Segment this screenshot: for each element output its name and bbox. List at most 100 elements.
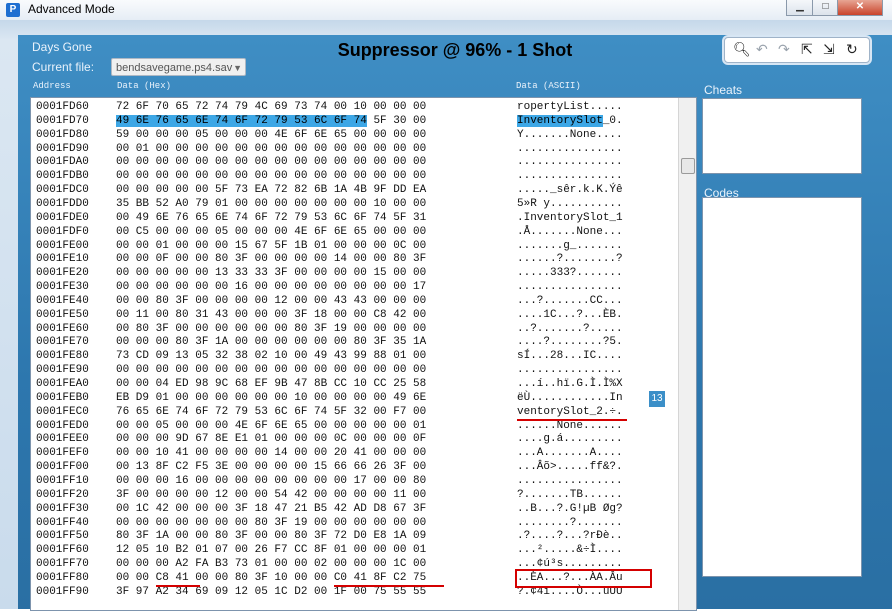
row-ascii[interactable]: ?.......TB...... [517, 489, 623, 502]
hex-row[interactable]: 0001FE40 00 00 80 3F 00 00 00 00 12 00 00… [31, 295, 676, 308]
row-ascii[interactable]: ....1C...?...ÈB. [517, 309, 623, 322]
row-ascii[interactable]: ................ [517, 364, 623, 377]
row-ascii[interactable]: ................ [517, 156, 623, 169]
row-ascii[interactable]: ................ [517, 281, 623, 294]
undo-icon[interactable]: ↶ [756, 41, 768, 57]
hex-row[interactable]: 0001FE00 00 00 01 00 00 00 15 67 5F 1B 01… [31, 240, 676, 253]
row-hex-bytes[interactable]: 35 BB 52 A0 79 01 00 00 00 00 00 00 00 1… [116, 198, 426, 211]
search-icon[interactable]: 🔍︎ [733, 41, 751, 57]
row-hex-bytes[interactable]: 00 00 C8 41 00 00 80 3F 10 00 00 C0 41 8… [116, 572, 426, 585]
row-ascii[interactable]: InventorySlot_0. [517, 114, 623, 128]
row-hex-bytes[interactable]: 80 3F 1A 00 00 80 3F 00 00 80 3F 72 D0 E… [116, 530, 426, 543]
row-hex-bytes[interactable]: 00 11 00 80 31 43 00 00 00 3F 18 00 00 C… [116, 309, 426, 322]
row-hex-bytes[interactable]: 00 49 6E 76 65 6E 74 6F 72 79 53 6C 6F 7… [116, 212, 426, 225]
row-hex-bytes[interactable]: 00 13 8F C2 F5 3E 00 00 00 00 15 66 66 2… [116, 461, 426, 474]
hex-row[interactable]: 0001FF40 00 00 00 00 00 00 00 80 3F 19 00… [31, 517, 676, 530]
row-hex-bytes[interactable]: 00 C5 00 00 00 05 00 00 00 4E 6F 6E 65 0… [116, 226, 426, 239]
row-hex-bytes[interactable]: 00 01 00 00 00 00 00 00 00 00 00 00 00 0… [116, 143, 426, 156]
row-hex-bytes[interactable]: 49 6E 76 65 6E 74 6F 72 79 53 6C 6F 74 5… [116, 114, 426, 128]
row-hex-bytes[interactable]: 00 00 04 ED 98 9C 68 EF 9B 47 8B CC 10 C… [116, 378, 426, 391]
row-hex-bytes[interactable]: 00 00 01 00 00 00 15 67 5F 1B 01 00 00 0… [116, 240, 426, 253]
row-hex-bytes[interactable]: 00 00 00 9D 67 8E E1 01 00 00 00 0C 00 0… [116, 433, 426, 446]
vertical-scrollbar[interactable] [678, 98, 696, 610]
row-hex-bytes[interactable]: 3F 97 A2 34 69 09 12 05 1C D2 00 1F 00 7… [116, 586, 426, 599]
row-hex-bytes[interactable]: 00 00 00 00 00 5F 73 EA 72 82 6B 1A 4B 9… [116, 184, 426, 197]
row-ascii[interactable]: ......?........? [517, 253, 623, 266]
hex-row[interactable]: 0001FDF0 00 C5 00 00 00 05 00 00 00 4E 6F… [31, 226, 676, 239]
codes-list[interactable] [702, 197, 862, 577]
hex-row[interactable]: 0001FE20 00 00 00 00 00 13 33 33 3F 00 00… [31, 267, 676, 280]
scrollbar-thumb[interactable] [681, 158, 695, 174]
hex-row[interactable]: 0001FDA0 00 00 00 00 00 00 00 00 00 00 00… [31, 156, 676, 169]
hex-row[interactable]: 0001FEB0 EB D9 01 00 00 00 00 00 00 10 00… [31, 392, 676, 405]
row-hex-bytes[interactable]: 00 00 0F 00 00 80 3F 00 00 00 00 14 00 0… [116, 253, 426, 266]
hex-row[interactable]: 0001FE70 00 00 00 80 3F 1A 00 00 00 00 00… [31, 336, 676, 349]
hex-row[interactable]: 0001FF60 12 05 10 B2 01 07 00 26 F7 CC 8F… [31, 544, 676, 557]
row-ascii[interactable]: .?....?...?rÐè.. [517, 530, 623, 543]
hex-row[interactable]: 0001FE50 00 11 00 80 31 43 00 00 00 3F 18… [31, 309, 676, 322]
row-ascii[interactable]: ....?........?5. [517, 336, 623, 349]
row-hex-bytes[interactable]: 00 00 00 00 00 00 00 80 3F 19 00 00 00 0… [116, 517, 426, 530]
hex-row[interactable]: 0001FF00 00 13 8F C2 F5 3E 00 00 00 00 15… [31, 461, 676, 474]
hex-row[interactable]: 0001FEF0 00 00 10 41 00 00 00 00 14 00 00… [31, 447, 676, 460]
close-button[interactable]: ✕ [837, 0, 883, 16]
hex-row[interactable]: 0001FE60 00 80 3F 00 00 00 00 00 00 80 3F… [31, 323, 676, 336]
row-hex-bytes[interactable]: 12 05 10 B2 01 07 00 26 F7 CC 8F 01 00 0… [116, 544, 426, 557]
row-ascii[interactable]: .Å.......None... [517, 226, 623, 239]
row-hex-bytes[interactable]: 00 00 00 00 00 00 16 00 00 00 00 00 00 0… [116, 281, 426, 294]
hex-row[interactable]: 0001FD60 72 6F 70 65 72 74 79 4C 69 73 74… [31, 101, 676, 114]
row-hex-bytes[interactable]: 00 00 00 00 00 00 00 00 00 00 00 00 00 0… [116, 156, 426, 169]
hex-row[interactable]: 0001FF50 80 3F 1A 00 00 80 3F 00 00 80 3F… [31, 530, 676, 543]
row-ascii[interactable]: ..B...?.G!µB Øg? [517, 503, 623, 516]
hex-row[interactable]: 0001FE30 00 00 00 00 00 00 16 00 00 00 00… [31, 281, 676, 294]
cheats-list[interactable] [702, 98, 862, 174]
row-hex-bytes[interactable]: 72 6F 70 65 72 74 79 4C 69 73 74 00 10 0… [116, 101, 426, 114]
row-hex-bytes[interactable]: 59 00 00 00 05 00 00 00 4E 6F 6E 65 00 0… [116, 129, 426, 142]
row-ascii[interactable]: ...Âõ>.....ff&?. [517, 461, 623, 474]
row-hex-bytes[interactable]: 00 00 00 A2 FA B3 73 01 00 00 02 00 00 0… [116, 558, 426, 571]
hex-row[interactable]: 0001FDB0 00 00 00 00 00 00 00 00 00 00 00… [31, 170, 676, 183]
hex-row[interactable]: 0001FDC0 00 00 00 00 00 5F 73 EA 72 82 6B… [31, 184, 676, 197]
hex-row[interactable]: 0001FEE0 00 00 00 9D 67 8E E1 01 00 00 00… [31, 433, 676, 446]
hex-row[interactable]: 0001FE90 00 00 00 00 00 00 00 00 00 00 00… [31, 364, 676, 377]
row-hex-bytes[interactable]: 00 00 00 80 3F 1A 00 00 00 00 00 00 80 3… [116, 336, 426, 349]
row-ascii[interactable]: ...?.......CC... [517, 295, 623, 308]
export-icon[interactable]: ⇲ [823, 41, 835, 57]
hex-row[interactable]: 0001FE10 00 00 0F 00 00 80 3F 00 00 00 00… [31, 253, 676, 266]
row-ascii[interactable]: ...í..hï.G.Ì.Ì%X [517, 378, 623, 391]
row-hex-bytes[interactable]: 00 1C 42 00 00 00 3F 18 47 21 B5 42 AD D… [116, 503, 426, 516]
refresh-icon[interactable]: ↻ [846, 41, 858, 57]
row-hex-bytes[interactable]: 00 80 3F 00 00 00 00 00 00 80 3F 19 00 0… [116, 323, 426, 336]
row-ascii[interactable]: ................ [517, 475, 623, 488]
row-hex-bytes[interactable]: 00 00 00 00 00 00 00 00 00 00 00 00 00 0… [116, 364, 426, 377]
row-ascii[interactable]: .......g_....... [517, 240, 623, 253]
row-hex-bytes[interactable]: 00 00 10 41 00 00 00 00 14 00 00 20 41 0… [116, 447, 426, 460]
row-hex-bytes[interactable]: 73 CD 09 13 05 32 38 02 10 00 49 43 99 8… [116, 350, 426, 363]
hex-row[interactable]: 0001FD80 59 00 00 00 05 00 00 00 4E 6F 6E… [31, 129, 676, 142]
hex-row[interactable]: 0001FE80 73 CD 09 13 05 32 38 02 10 00 49… [31, 350, 676, 363]
row-hex-bytes[interactable]: 76 65 6E 74 6F 72 79 53 6C 6F 74 5F 32 0… [116, 406, 426, 419]
current-file-select[interactable]: bendsavegame.ps4.sav ▼ [111, 58, 246, 76]
row-ascii[interactable]: ....g.á......... [517, 433, 623, 446]
hex-row[interactable]: 0001FF10 00 00 00 16 00 00 00 00 00 00 00… [31, 475, 676, 488]
hex-row[interactable]: 0001FDE0 00 49 6E 76 65 6E 74 6F 72 79 53… [31, 212, 676, 225]
row-ascii[interactable]: .....333?....... [517, 267, 623, 280]
row-hex-bytes[interactable]: 00 00 00 00 00 13 33 33 3F 00 00 00 00 1… [116, 267, 426, 280]
hex-row[interactable]: 0001FDD0 35 BB 52 A0 79 01 00 00 00 00 00… [31, 198, 676, 211]
import-icon[interactable]: ⇱ [801, 41, 813, 57]
row-ascii[interactable]: ................ [517, 170, 623, 183]
row-ascii[interactable]: ........?....... [517, 517, 623, 530]
row-hex-bytes[interactable]: 00 00 00 00 00 00 00 00 00 00 00 00 00 0… [116, 170, 426, 183]
hex-row[interactable]: 0001FD70 49 6E 76 65 6E 74 6F 72 79 53 6C… [31, 114, 676, 128]
row-ascii[interactable]: ropertyList..... [517, 101, 623, 114]
hex-row[interactable]: 0001FF30 00 1C 42 00 00 00 3F 18 47 21 B5… [31, 503, 676, 516]
hex-row[interactable]: 0001FEC0 76 65 6E 74 6F 72 79 53 6C 6F 74… [31, 406, 676, 419]
row-hex-bytes[interactable]: 00 00 00 16 00 00 00 00 00 00 00 00 17 0… [116, 475, 426, 488]
hex-editor[interactable]: 0001FD60 72 6F 70 65 72 74 79 4C 69 73 74… [30, 97, 697, 611]
row-ascii[interactable]: 5»R y........... [517, 198, 623, 211]
row-ascii[interactable]: ...².....&÷Ì.... [517, 544, 623, 557]
row-ascii[interactable]: Y.......None.... [517, 129, 623, 142]
hex-row[interactable]: 0001FEA0 00 00 04 ED 98 9C 68 EF 9B 47 8B… [31, 378, 676, 391]
redo-icon[interactable]: ↷ [778, 41, 790, 57]
row-ascii[interactable]: .InventorySlot_1 [517, 212, 623, 225]
